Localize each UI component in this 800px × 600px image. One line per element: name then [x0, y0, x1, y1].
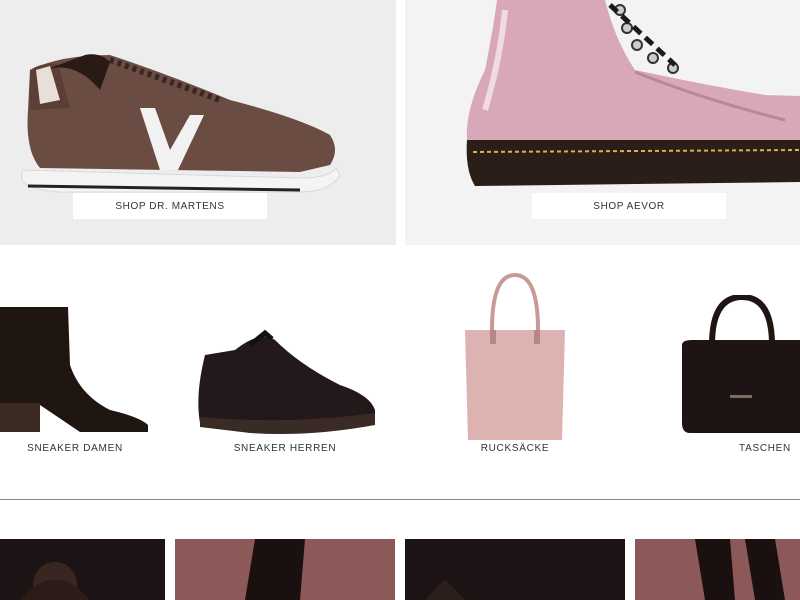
ankle-boot-icon	[0, 307, 148, 432]
hero-tile-aevor[interactable]: SHOP AEVOR	[405, 0, 800, 245]
model-image	[425, 579, 465, 600]
category-label: SNEAKER HERREN	[233, 443, 337, 454]
category-label: TASCHEN	[739, 443, 791, 454]
category-taschen[interactable]: TASCHEN	[680, 265, 800, 465]
bottom-tile-1[interactable]	[0, 539, 165, 600]
category-label: RUCKSÄCKE	[480, 443, 550, 454]
section-divider	[0, 499, 800, 500]
shop-aevor-button[interactable]: SHOP AEVOR	[532, 193, 726, 219]
category-sneaker-herren[interactable]: SNEAKER HERREN	[190, 265, 380, 465]
bottom-tile-4[interactable]	[635, 539, 800, 600]
category-sneaker-damen[interactable]: SNEAKER DAMEN	[0, 265, 150, 465]
shop-dr-martens-button[interactable]: SHOP DR. MARTENS	[73, 193, 267, 219]
model-image	[245, 539, 305, 600]
sneaker-icon	[198, 329, 375, 434]
handbag-icon	[682, 295, 800, 433]
bottom-tile-3[interactable]	[405, 539, 625, 600]
hero-tile-dr-martens[interactable]: SHOP DR. MARTENS	[0, 0, 396, 245]
category-label: SNEAKER DAMEN	[27, 443, 123, 454]
tote-bag-icon	[465, 272, 565, 440]
model-image	[695, 539, 785, 600]
category-rucksaecke[interactable]: RUCKSÄCKE	[445, 265, 585, 465]
model-image	[20, 562, 90, 600]
bottom-tile-2[interactable]	[175, 539, 395, 600]
